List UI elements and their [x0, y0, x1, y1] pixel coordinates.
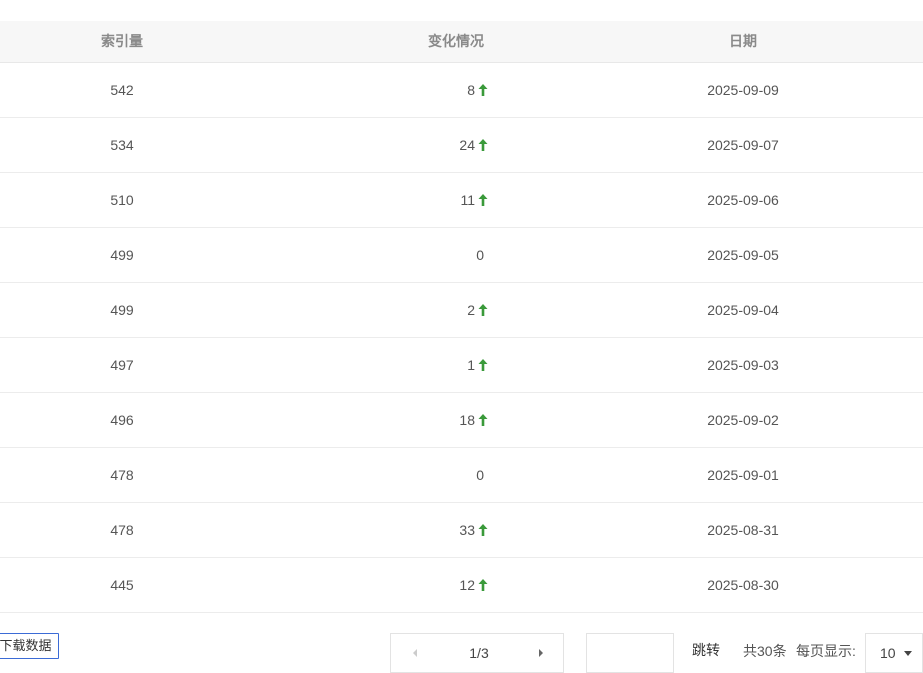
arrow-up-icon — [478, 578, 488, 592]
arrow-up-icon — [478, 193, 488, 207]
date-cell: 2025-09-03 — [707, 357, 779, 373]
chevron-left-icon[interactable] — [409, 646, 421, 660]
change-cell: 8 — [467, 82, 475, 98]
index-count-cell: 542 — [110, 82, 134, 98]
total-count: 共30条 — [743, 643, 787, 659]
index-table: 索引量 变化情况 日期 542 8 2025-09-09 534 24 2025-09-0… — [0, 21, 923, 613]
arrow-up-icon — [478, 138, 488, 152]
table-row: 478 33 2025-08-31 — [0, 503, 923, 558]
change-cell: 12 — [459, 577, 475, 593]
index-count-cell: 499 — [110, 302, 134, 318]
change-cell: 33 — [459, 522, 475, 538]
date-cell: 2025-09-07 — [707, 137, 779, 153]
change-cell: 24 — [459, 137, 475, 153]
change-cell: 11 — [460, 192, 475, 208]
column-header-date: 日期 — [729, 33, 757, 49]
index-count-cell: 534 — [110, 137, 134, 153]
change-cell: 1 — [467, 357, 475, 373]
arrow-up-icon — [478, 83, 488, 97]
table-footer: 下载数据 1/3 跳转 共30条 每页显示: 10 — [0, 613, 923, 673]
table-row: 534 24 2025-09-07 — [0, 118, 923, 173]
date-cell: 2025-09-04 — [707, 302, 779, 318]
download-data-button[interactable]: 下载数据 — [0, 633, 59, 659]
pagination: 1/3 — [390, 633, 564, 673]
date-cell: 2025-08-30 — [707, 577, 779, 593]
arrow-up-icon — [478, 523, 488, 537]
index-count-cell: 478 — [110, 522, 134, 538]
table-row: 499 2 2025-09-04 — [0, 283, 923, 338]
jump-button[interactable]: 跳转 — [692, 640, 720, 660]
date-cell: 2025-09-05 — [707, 247, 779, 263]
date-cell: 2025-09-02 — [707, 412, 779, 428]
column-header-index: 索引量 — [101, 33, 143, 49]
arrow-up-icon — [478, 358, 488, 372]
index-count-cell: 510 — [110, 192, 134, 208]
date-cell: 2025-09-01 — [707, 467, 779, 483]
per-page-label: 每页显示: — [796, 643, 856, 659]
date-cell: 2025-09-09 — [707, 82, 779, 98]
table-row: 478 0 2025-09-01 — [0, 448, 923, 503]
change-cell: 0 — [476, 467, 484, 483]
date-cell: 2025-08-31 — [707, 522, 779, 538]
table-row: 542 8 2025-09-09 — [0, 63, 923, 118]
table-row: 510 11 2025-09-06 — [0, 173, 923, 228]
index-count-cell: 445 — [110, 577, 134, 593]
index-count-cell: 496 — [110, 412, 134, 428]
date-cell: 2025-09-06 — [707, 192, 779, 208]
per-page-select[interactable]: 10 — [865, 633, 923, 673]
table-row: 445 12 2025-08-30 — [0, 558, 923, 613]
arrow-up-icon — [478, 303, 488, 317]
change-cell: 2 — [467, 302, 475, 318]
per-page-value: 10 — [880, 645, 896, 661]
table-row: 499 0 2025-09-05 — [0, 228, 923, 283]
arrow-up-icon — [478, 413, 488, 427]
change-cell: 18 — [459, 412, 475, 428]
table-row: 496 18 2025-09-02 — [0, 393, 923, 448]
page-indicator: 1/3 — [469, 645, 489, 661]
chevron-right-icon[interactable] — [535, 646, 547, 660]
index-count-cell: 497 — [110, 357, 134, 373]
jump-page-input[interactable] — [586, 633, 674, 673]
change-cell: 0 — [476, 247, 484, 263]
table-body: 542 8 2025-09-09 534 24 2025-09-07 510 11 2025-0… — [0, 63, 923, 613]
table-row: 497 1 2025-09-03 — [0, 338, 923, 393]
index-count-cell: 499 — [110, 247, 134, 263]
column-header-change: 变化情况 — [428, 33, 484, 49]
index-count-cell: 478 — [110, 467, 134, 483]
chevron-down-icon — [904, 651, 912, 656]
table-header: 索引量 变化情况 日期 — [0, 21, 923, 63]
